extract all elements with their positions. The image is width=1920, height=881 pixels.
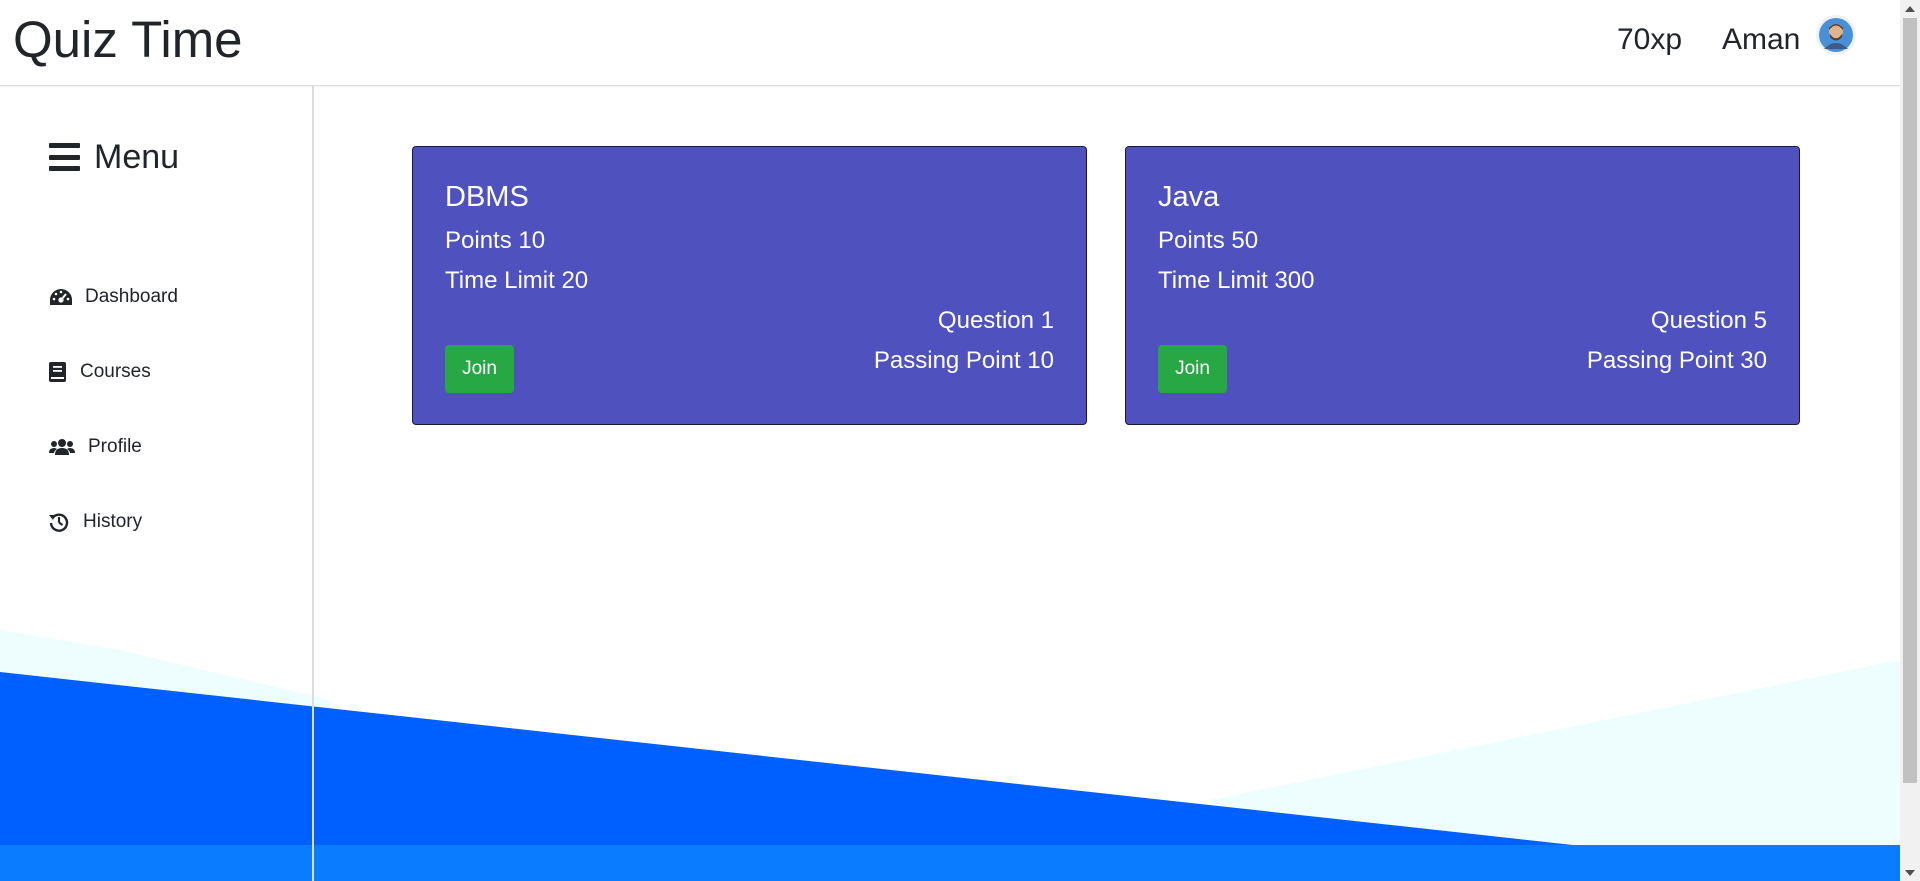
sidebar-item-label: History <box>83 511 143 532</box>
sidebar-item-history[interactable]: History <box>49 507 142 537</box>
xp-counter: 70xp <box>1617 23 1683 56</box>
user-avatar-icon[interactable] <box>1816 15 1856 55</box>
scrollbar-thumb[interactable] <box>1903 18 1917 783</box>
sidebar-item-courses[interactable]: Courses <box>49 357 151 387</box>
course-title: DBMS <box>445 181 529 213</box>
top-navbar: Quiz Time 70xp Aman <box>0 0 1900 86</box>
menu-label: Menu <box>94 137 180 176</box>
sidebar-item-label: Courses <box>80 361 151 382</box>
sidebar-item-label: Profile <box>88 436 142 457</box>
course-question-count: Question 1 <box>937 307 1054 334</box>
vertical-scrollbar[interactable] <box>1900 0 1920 881</box>
scroll-up-icon[interactable] <box>1900 0 1920 17</box>
scroll-down-icon[interactable] <box>1900 864 1920 881</box>
hamburger-icon <box>49 143 80 171</box>
course-title: Java <box>1158 181 1220 213</box>
course-points: Points 10 <box>445 227 546 254</box>
sidebar-item-dashboard[interactable]: Dashboard <box>49 282 178 312</box>
history-icon <box>49 511 71 533</box>
sidebar-item-label: Dashboard <box>85 286 178 307</box>
course-points: Points 50 <box>1158 227 1259 254</box>
join-button[interactable]: Join <box>1158 345 1227 393</box>
course-card-java: Java Points 50 Time Limit 300 Question 5… <box>1125 146 1800 425</box>
dashboard-gauge-icon <box>49 286 73 308</box>
username[interactable]: Aman <box>1722 20 1800 60</box>
menu-toggle[interactable]: Menu <box>49 134 179 180</box>
users-icon <box>49 436 76 458</box>
book-icon <box>49 361 68 383</box>
course-passing-point: Passing Point 10 <box>873 347 1054 374</box>
join-button[interactable]: Join <box>445 345 514 393</box>
sidebar-item-profile[interactable]: Profile <box>49 432 142 462</box>
brand-title[interactable]: Quiz Time <box>13 8 243 72</box>
course-time-limit: Time Limit 20 <box>445 267 589 294</box>
sidebar: Menu Dashboard Courses Profile History <box>0 86 314 881</box>
course-time-limit: Time Limit 300 <box>1158 267 1315 294</box>
course-passing-point: Passing Point 30 <box>1586 347 1767 374</box>
course-question-count: Question 5 <box>1650 307 1767 334</box>
course-card-dbms: DBMS Points 10 Time Limit 20 Question 1 … <box>412 146 1087 425</box>
